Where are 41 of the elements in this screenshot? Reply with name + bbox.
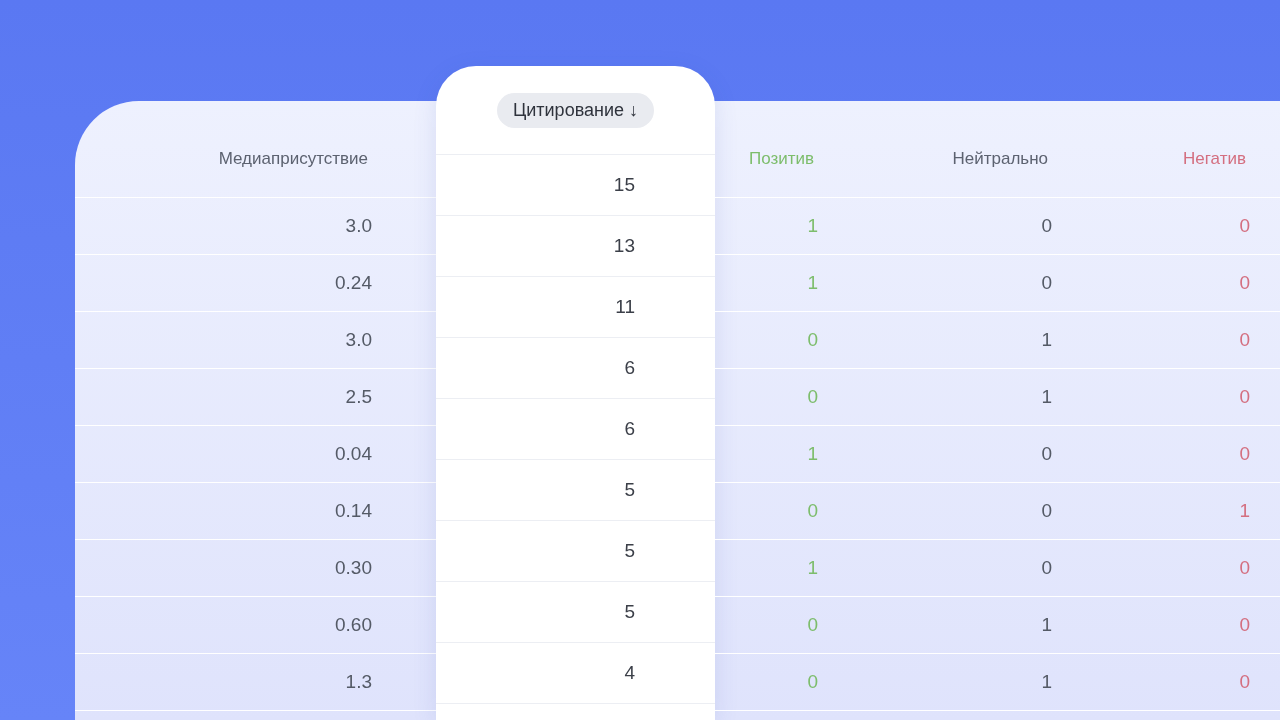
table-cell: 0	[1080, 312, 1280, 369]
table-cell: 6	[436, 399, 715, 460]
table-cell: 0	[850, 426, 1080, 483]
column-header: Медиаприсутствие	[218, 149, 368, 169]
table-cell: 1	[850, 597, 1080, 654]
table-cell: 0	[850, 198, 1080, 255]
table-cell: 0	[1080, 426, 1280, 483]
sort-button[interactable]: Цитирование ↓	[496, 92, 655, 128]
table-cell: 1	[1080, 483, 1280, 540]
table-cell: 5	[436, 582, 715, 643]
table-cell: 0	[1080, 198, 1280, 255]
table-cell: 0	[850, 540, 1080, 597]
table-cell: 0	[715, 654, 850, 711]
table-cell: 0	[1080, 255, 1280, 312]
table-cell: 15	[436, 155, 715, 216]
table-cell: 1	[850, 654, 1080, 711]
table-cell: 0	[850, 483, 1080, 540]
table-cell: 0	[1080, 540, 1280, 597]
table-cell: 4	[436, 643, 715, 704]
table-cell: 1	[715, 540, 850, 597]
table-cell: 1	[715, 198, 850, 255]
table-cell: 0	[715, 369, 850, 426]
table-cell: 5	[436, 460, 715, 521]
column-header: Позитив	[748, 149, 814, 169]
table-cell: 0	[850, 255, 1080, 312]
table-cell: 11	[436, 277, 715, 338]
table-cell: 0	[1080, 654, 1280, 711]
table-cell: 0	[715, 483, 850, 540]
table-cell: 6	[436, 338, 715, 399]
table-cell: 0	[715, 597, 850, 654]
column-header: Нейтрально	[952, 149, 1048, 169]
table-cell: 1	[715, 426, 850, 483]
table-cell: 1	[850, 312, 1080, 369]
table-cell: 13	[436, 216, 715, 277]
table-cell: 0	[1080, 369, 1280, 426]
column-header: Негатив	[1183, 149, 1246, 169]
table-cell: 0	[715, 312, 850, 369]
table-cell: 5	[436, 521, 715, 582]
table-cell: 1	[850, 369, 1080, 426]
table-cell: 1	[715, 255, 850, 312]
table-cell: 0	[1080, 597, 1280, 654]
